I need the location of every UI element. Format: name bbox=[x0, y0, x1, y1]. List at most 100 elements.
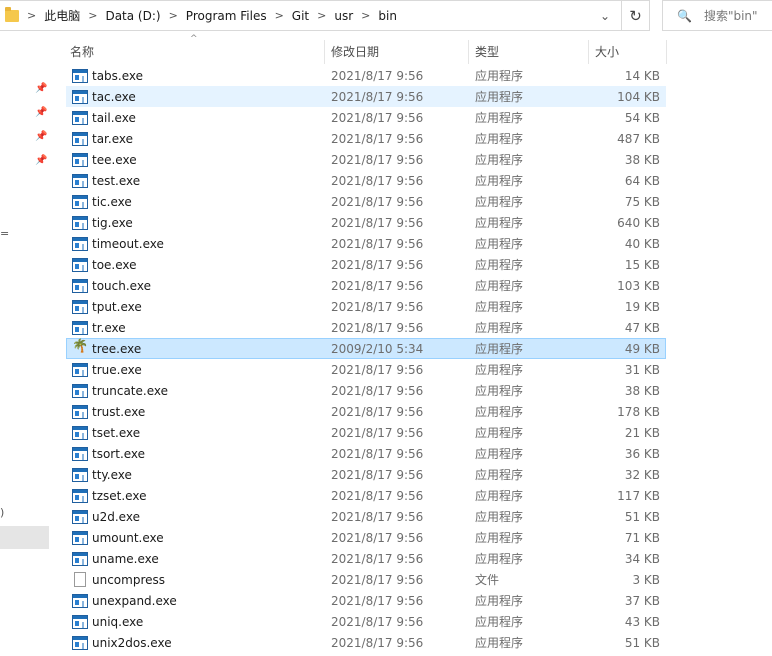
column-header-size[interactable]: 大小 bbox=[595, 40, 619, 62]
file-row[interactable]: uname.exe 2021/8/17 9:56 应用程序 34 KB bbox=[66, 548, 666, 569]
file-row[interactable]: tr.exe 2021/8/17 9:56 应用程序 47 KB bbox=[66, 317, 666, 338]
nav-item-fragment[interactable]: ) bbox=[0, 506, 4, 519]
exe-icon bbox=[72, 215, 88, 230]
navigation-pane[interactable]: 📌 📌 📌 📌 = ) bbox=[0, 31, 52, 656]
file-row[interactable]: timeout.exe 2021/8/17 9:56 应用程序 40 KB bbox=[66, 233, 666, 254]
file-row[interactable]: u2d.exe 2021/8/17 9:56 应用程序 51 KB bbox=[66, 506, 666, 527]
file-date: 2021/8/17 9:56 bbox=[331, 173, 424, 188]
file-row[interactable]: test.exe 2021/8/17 9:56 应用程序 64 KB bbox=[66, 170, 666, 191]
chevron-right-icon[interactable]: > bbox=[88, 9, 97, 22]
file-type: 应用程序 bbox=[475, 69, 524, 83]
file-row[interactable]: toe.exe 2021/8/17 9:56 应用程序 15 KB bbox=[66, 254, 666, 275]
column-divider[interactable] bbox=[666, 40, 667, 64]
pin-icon: 📌 bbox=[35, 155, 48, 166]
file-date: 2021/8/17 9:56 bbox=[331, 404, 424, 419]
search-input[interactable]: 🔍 搜索"bin" bbox=[662, 0, 772, 31]
address-bar[interactable]: > 此电脑 > Data (D:) > Program Files > Git … bbox=[0, 0, 622, 31]
chevron-right-icon[interactable]: > bbox=[317, 9, 326, 22]
file-row[interactable]: tig.exe 2021/8/17 9:56 应用程序 640 KB bbox=[66, 212, 666, 233]
file-row[interactable]: uncompress 2021/8/17 9:56 文件 3 KB bbox=[66, 569, 666, 590]
file-name-cell: uniq.exe bbox=[72, 614, 143, 629]
file-size: 51 KB bbox=[624, 635, 660, 650]
file-name: trust.exe bbox=[92, 404, 146, 419]
file-size: 36 KB bbox=[624, 446, 660, 461]
file-row[interactable]: tsort.exe 2021/8/17 9:56 应用程序 36 KB bbox=[66, 443, 666, 464]
file-name: tzset.exe bbox=[92, 488, 147, 503]
file-row[interactable]: umount.exe 2021/8/17 9:56 应用程序 71 KB bbox=[66, 527, 666, 548]
file-name-cell: toe.exe bbox=[72, 257, 137, 272]
breadcrumb-program-files[interactable]: Program Files bbox=[186, 9, 267, 23]
file-date: 2021/8/17 9:56 bbox=[331, 635, 424, 650]
file-size: 14 KB bbox=[624, 68, 660, 83]
file-size: 487 KB bbox=[617, 131, 660, 146]
chevron-right-icon[interactable]: > bbox=[361, 9, 370, 22]
exe-icon bbox=[72, 488, 88, 503]
file-row[interactable]: trust.exe 2021/8/17 9:56 应用程序 178 KB bbox=[66, 401, 666, 422]
file-name: tabs.exe bbox=[92, 68, 144, 83]
file-name: tr.exe bbox=[92, 320, 126, 335]
file-name: true.exe bbox=[92, 362, 142, 377]
file-row[interactable]: uniq.exe 2021/8/17 9:56 应用程序 43 KB bbox=[66, 611, 666, 632]
file-row[interactable]: tac.exe 2021/8/17 9:56 应用程序 104 KB bbox=[66, 86, 666, 107]
file-row[interactable]: tset.exe 2021/8/17 9:56 应用程序 21 KB bbox=[66, 422, 666, 443]
column-header-name[interactable]: 名称 bbox=[70, 40, 94, 62]
file-row[interactable]: tail.exe 2021/8/17 9:56 应用程序 54 KB bbox=[66, 107, 666, 128]
tree-icon bbox=[72, 339, 88, 356]
file-name: tac.exe bbox=[92, 89, 136, 104]
file-type: 应用程序 bbox=[475, 636, 524, 650]
file-name-cell: tar.exe bbox=[72, 131, 133, 146]
column-header-date[interactable]: 修改日期 bbox=[331, 40, 379, 62]
refresh-button[interactable]: ↻ bbox=[621, 0, 650, 31]
exe-icon bbox=[72, 257, 88, 272]
file-date: 2021/8/17 9:56 bbox=[331, 488, 424, 503]
exe-icon bbox=[72, 467, 88, 482]
chevron-right-icon[interactable]: > bbox=[275, 9, 284, 22]
file-row[interactable]: unexpand.exe 2021/8/17 9:56 应用程序 37 KB bbox=[66, 590, 666, 611]
column-divider[interactable] bbox=[588, 40, 589, 64]
column-divider[interactable] bbox=[468, 40, 469, 64]
chevron-down-icon[interactable]: ⌄ bbox=[589, 1, 621, 30]
file-date: 2021/8/17 9:56 bbox=[331, 530, 424, 545]
file-row[interactable]: tzset.exe 2021/8/17 9:56 应用程序 117 KB bbox=[66, 485, 666, 506]
file-row[interactable]: truncate.exe 2021/8/17 9:56 应用程序 38 KB bbox=[66, 380, 666, 401]
file-row[interactable]: tar.exe 2021/8/17 9:56 应用程序 487 KB bbox=[66, 128, 666, 149]
file-date: 2021/8/17 9:56 bbox=[331, 299, 424, 314]
column-header-type[interactable]: 类型 bbox=[475, 40, 499, 62]
breadcrumb-bin[interactable]: bin bbox=[378, 9, 397, 23]
file-name: tsort.exe bbox=[92, 446, 146, 461]
file-size: 47 KB bbox=[624, 320, 660, 335]
file-type: 应用程序 bbox=[475, 342, 524, 356]
file-name-cell: unexpand.exe bbox=[72, 593, 177, 608]
nav-item-fragment[interactable]: = bbox=[0, 227, 9, 240]
file-row[interactable]: touch.exe 2021/8/17 9:56 应用程序 103 KB bbox=[66, 275, 666, 296]
file-row[interactable]: true.exe 2021/8/17 9:56 应用程序 31 KB bbox=[66, 359, 666, 380]
chevron-right-icon[interactable]: > bbox=[169, 9, 178, 22]
nav-item-selected[interactable] bbox=[0, 526, 49, 549]
file-name: uncompress bbox=[92, 572, 166, 587]
breadcrumb-this-pc[interactable]: 此电脑 bbox=[44, 7, 80, 24]
file-size: 640 KB bbox=[617, 215, 660, 230]
file-row[interactable]: tabs.exe 2021/8/17 9:56 应用程序 14 KB bbox=[66, 65, 666, 86]
file-date: 2021/8/17 9:56 bbox=[331, 152, 424, 167]
exe-icon bbox=[72, 89, 88, 104]
file-row[interactable]: tput.exe 2021/8/17 9:56 应用程序 19 KB bbox=[66, 296, 666, 317]
file-name: unexpand.exe bbox=[92, 593, 177, 608]
file-name-cell: trust.exe bbox=[72, 404, 146, 419]
file-row[interactable]: tee.exe 2021/8/17 9:56 应用程序 38 KB bbox=[66, 149, 666, 170]
file-size: 43 KB bbox=[624, 614, 660, 629]
file-row[interactable]: tic.exe 2021/8/17 9:56 应用程序 75 KB bbox=[66, 191, 666, 212]
file-type: 应用程序 bbox=[475, 510, 524, 524]
breadcrumb-git[interactable]: Git bbox=[292, 9, 309, 23]
file-size: 34 KB bbox=[624, 551, 660, 566]
breadcrumb-usr[interactable]: usr bbox=[334, 9, 353, 23]
file-name-cell: tzset.exe bbox=[72, 488, 147, 503]
file-row[interactable]: tree.exe 2009/2/10 5:34 应用程序 49 KB bbox=[66, 338, 666, 359]
breadcrumb-drive[interactable]: Data (D:) bbox=[105, 9, 160, 23]
chevron-right-icon[interactable]: > bbox=[27, 9, 36, 22]
file-row[interactable]: unix2dos.exe 2021/8/17 9:56 应用程序 51 KB bbox=[66, 632, 666, 653]
file-date: 2021/8/17 9:56 bbox=[331, 236, 424, 251]
file-type: 应用程序 bbox=[475, 426, 524, 440]
file-row[interactable]: tty.exe 2021/8/17 9:56 应用程序 32 KB bbox=[66, 464, 666, 485]
column-divider[interactable] bbox=[324, 40, 325, 64]
file-name-cell: tty.exe bbox=[72, 467, 132, 482]
